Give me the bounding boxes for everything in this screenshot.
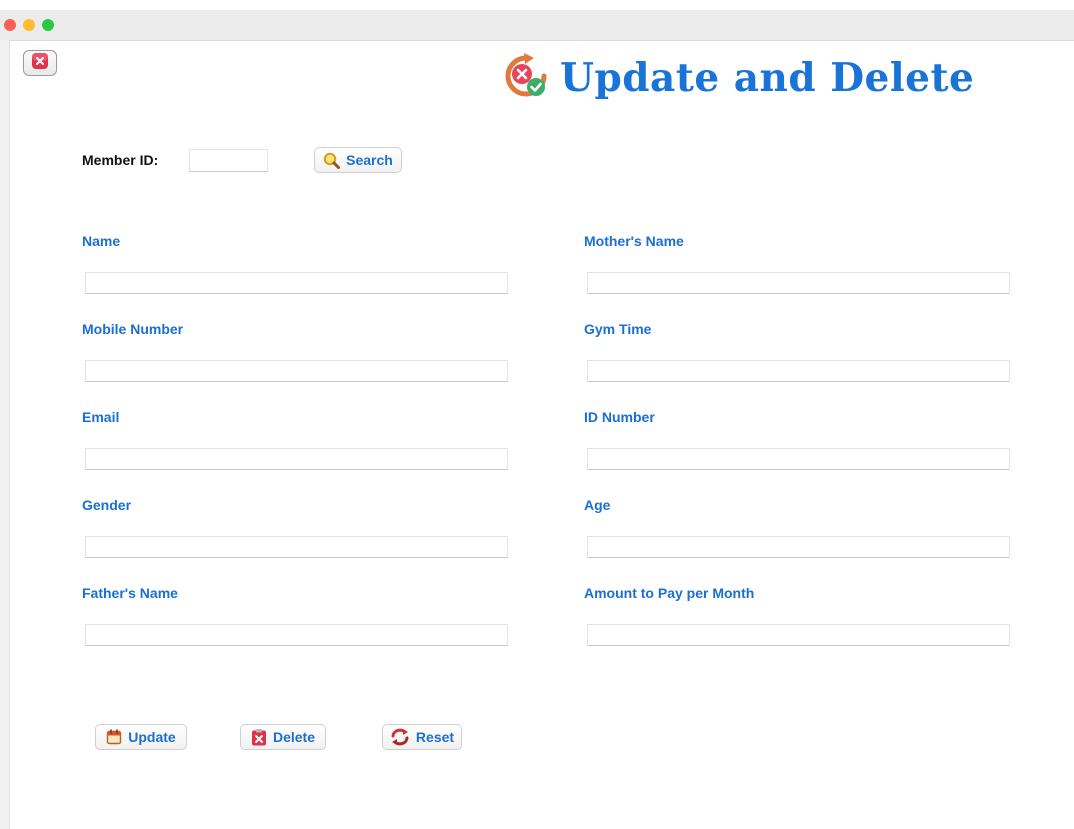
fathers-name-field[interactable] <box>85 624 508 646</box>
page-title: Update and Delete <box>560 55 975 101</box>
email-label: Email <box>82 409 120 425</box>
update-button-label: Update <box>128 729 176 745</box>
window-left-edge <box>0 40 10 829</box>
gym-time-field[interactable] <box>587 360 1010 382</box>
magnifier-icon <box>323 152 341 169</box>
page-header: Update and Delete <box>502 52 974 104</box>
update-button[interactable]: Update <box>95 724 187 750</box>
email-field[interactable] <box>85 448 508 470</box>
member-id-label: Member ID: <box>82 152 159 168</box>
mobile-number-field[interactable] <box>85 360 508 382</box>
age-label: Age <box>584 497 611 513</box>
reset-button[interactable]: Reset <box>382 724 462 750</box>
name-label: Name <box>82 233 121 249</box>
window-minimize-dot[interactable] <box>23 19 35 31</box>
name-field[interactable] <box>85 272 508 294</box>
delete-clipboard-icon <box>251 728 267 746</box>
mobile-number-label: Mobile Number <box>82 321 184 337</box>
age-field[interactable] <box>587 536 1010 558</box>
refresh-approve-reject-icon <box>502 52 550 105</box>
amount-per-month-label: Amount to Pay per Month <box>584 585 755 601</box>
delete-button[interactable]: Delete <box>240 724 326 750</box>
window-zoom-dot[interactable] <box>42 19 54 31</box>
gender-field[interactable] <box>85 536 508 558</box>
id-number-label: ID Number <box>584 409 655 425</box>
calendar-icon <box>106 729 122 745</box>
amount-per-month-field[interactable] <box>587 624 1010 646</box>
close-icon <box>31 52 49 75</box>
member-id-input[interactable] <box>189 149 268 172</box>
close-button[interactable] <box>23 50 57 76</box>
fathers-name-label: Father's Name <box>82 585 178 601</box>
search-button[interactable]: Search <box>314 147 402 173</box>
mothers-name-label: Mother's Name <box>584 233 684 249</box>
gender-label: Gender <box>82 497 132 513</box>
window-titlebar <box>0 10 1074 41</box>
mothers-name-field[interactable] <box>587 272 1010 294</box>
reset-button-label: Reset <box>415 729 455 745</box>
window-close-dot[interactable] <box>4 19 16 31</box>
reset-icon <box>390 728 410 746</box>
search-button-label: Search <box>346 152 393 168</box>
gym-time-label: Gym Time <box>584 321 652 337</box>
id-number-field[interactable] <box>587 448 1010 470</box>
delete-button-label: Delete <box>272 729 316 745</box>
